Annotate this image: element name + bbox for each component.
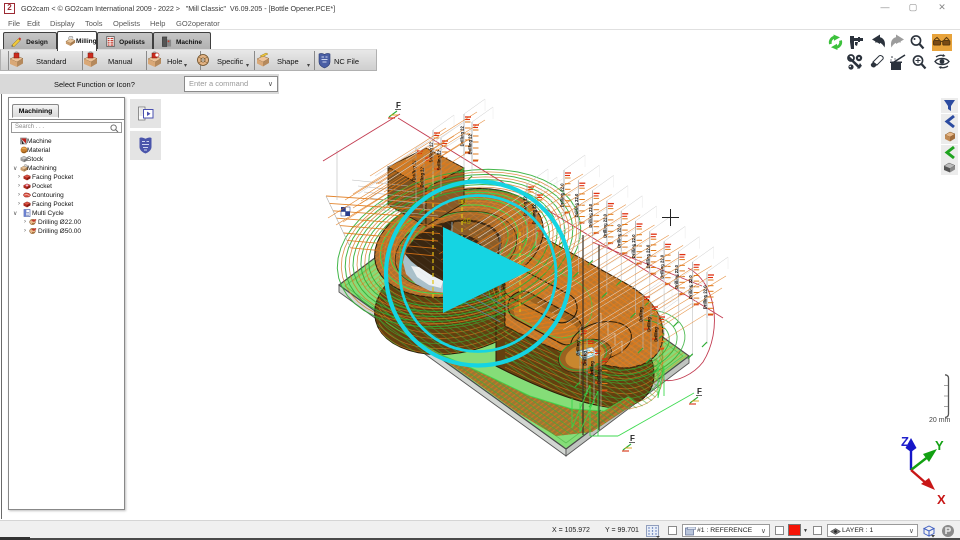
svg-text:F: F — [630, 434, 635, 443]
svg-text:Drilling 22: Drilling 22 — [468, 133, 473, 154]
svg-text:Z: Z — [901, 434, 909, 449]
svg-text:F: F — [396, 101, 401, 110]
svg-text:Y: Y — [935, 438, 944, 453]
svg-text:Drilling: Drilling — [639, 307, 644, 322]
svg-text:Drilling: Drilling — [590, 361, 595, 376]
svg-text:Drilling: Drilling — [647, 317, 652, 332]
svg-text:X: X — [937, 492, 946, 507]
svg-text:F: F — [697, 387, 702, 396]
svg-text:Drilling: Drilling — [654, 327, 659, 342]
